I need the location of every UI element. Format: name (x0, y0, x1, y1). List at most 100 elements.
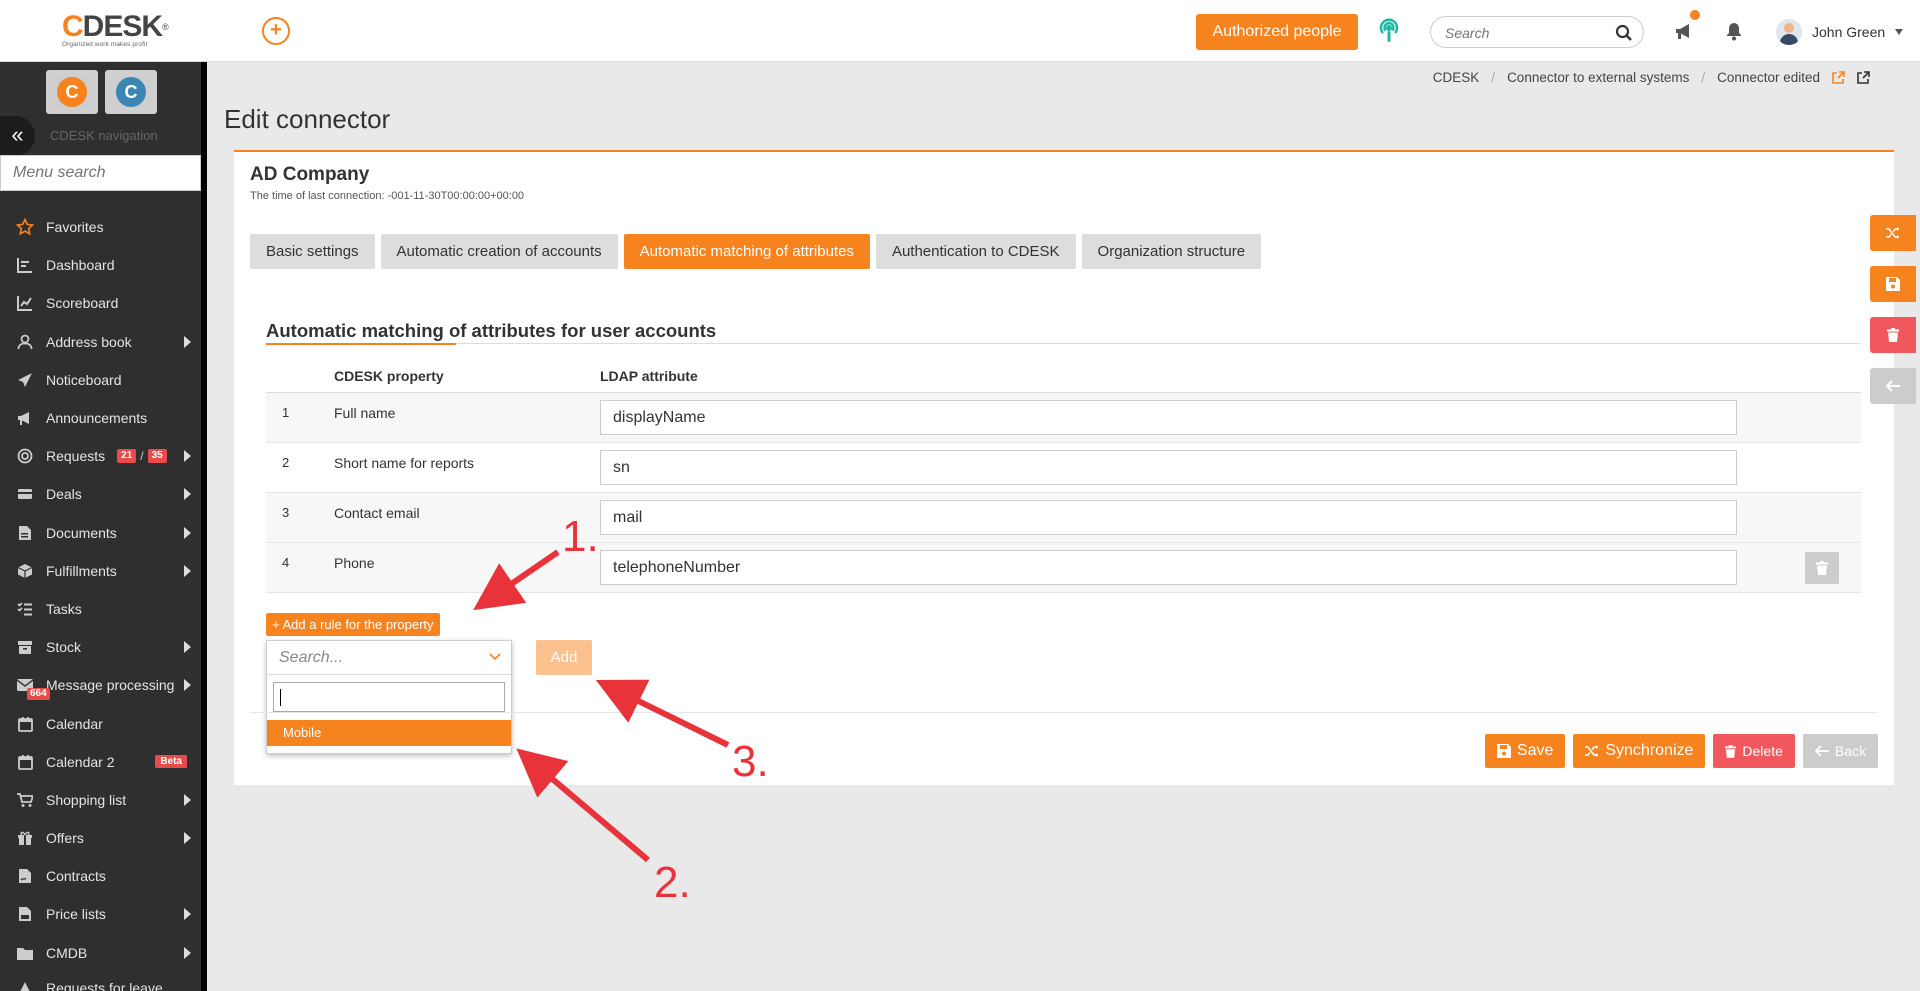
expand-arrow-icon (184, 832, 191, 844)
sidebar-item-offers[interactable]: Offers (0, 819, 201, 857)
row-property: Short name for reports (334, 455, 475, 471)
sidebar-item-label: Deals (46, 486, 82, 503)
expand-arrow-icon (184, 488, 191, 501)
sidebar-item-announcements[interactable]: Announcements (0, 399, 201, 437)
search-icon[interactable] (1615, 24, 1633, 42)
folder-icon (16, 944, 34, 962)
breadcrumb-connectors[interactable]: Connector to external systems (1507, 70, 1689, 85)
broadcast-icon[interactable] (1374, 16, 1404, 46)
collapse-sidebar-button[interactable]: « (0, 116, 35, 156)
external-link-icon[interactable] (1832, 71, 1845, 84)
app-switch-cdesk[interactable]: C (46, 70, 98, 114)
app-switch-other[interactable]: C (105, 70, 157, 114)
authorized-people-button[interactable]: Authorized people (1196, 14, 1358, 50)
sidebar-item-contracts[interactable]: Contracts (0, 857, 201, 895)
archive-icon (16, 638, 34, 656)
sidebar-item-documents[interactable]: Documents (0, 514, 201, 552)
tab-organization-structure[interactable]: Organization structure (1081, 234, 1262, 269)
sidebar-item-calendar[interactable]: Calendar (0, 704, 201, 742)
chevron-down-icon[interactable] (489, 653, 501, 661)
dropdown-option-mobile[interactable]: Mobile (267, 720, 511, 746)
menu-search[interactable] (0, 155, 201, 191)
sidebar-item-scoreboard[interactable]: Scoreboard (0, 284, 201, 322)
sidebar-item-label: Requests (46, 448, 106, 465)
connector-card: AD Company The time of last connection: … (234, 150, 1894, 785)
add-rule-button[interactable]: + Add a rule for the property (266, 613, 440, 636)
sidebar-item-message-processing[interactable]: Message processing 664 (0, 666, 201, 704)
sidebar-item-noticeboard[interactable]: Noticeboard (0, 361, 201, 399)
delete-quick-button[interactable] (1870, 317, 1916, 353)
global-search-input[interactable] (1445, 23, 1605, 43)
chart-icon (16, 294, 34, 312)
section-title: Automatic matching of attributes for use… (266, 320, 717, 341)
announcements-icon[interactable] (1674, 10, 1700, 42)
tab-automatic-creation[interactable]: Automatic creation of accounts (380, 234, 618, 269)
sidebar-item-label: Shopping list (46, 791, 127, 808)
shuffle-icon (1585, 745, 1599, 757)
tab-automatic-matching[interactable]: Automatic matching of attributes (623, 234, 870, 269)
breadcrumb-cdesk[interactable]: CDESK (1433, 70, 1480, 85)
property-dropdown[interactable]: Search... Mobile (266, 640, 512, 754)
dropdown-search-input[interactable] (273, 682, 505, 712)
arrow-left-icon (1814, 745, 1829, 757)
trash-icon (1887, 328, 1899, 342)
cdesk-logo[interactable]: CDESK® Organized work makes profit (62, 12, 172, 52)
menu-search-input[interactable] (1, 156, 200, 190)
bell-icon[interactable] (1724, 21, 1744, 41)
external-link-icon[interactable] (1857, 71, 1870, 84)
user-menu[interactable]: John Green (1776, 18, 1904, 46)
logo-registered: ® (162, 22, 169, 32)
form-actions: Save Synchronize Delete Back (1484, 734, 1878, 768)
sidebar-item-fulfillments[interactable]: Fulfillments (0, 552, 201, 590)
user-name: John Green (1812, 24, 1886, 40)
sidebar-item-price-lists[interactable]: Price lists (0, 895, 201, 933)
gift-icon (16, 829, 34, 847)
dashboard-icon (16, 256, 34, 274)
sidebar-item-label: Fulfillments (46, 562, 117, 579)
save-button[interactable]: Save (1484, 734, 1566, 768)
message-count-badge: 664 (27, 688, 50, 701)
sidebar-item-label: Stock (46, 639, 82, 656)
sidebar-item-calendar-2[interactable]: Calendar 2 Beta (0, 743, 201, 781)
delete-row-button[interactable] (1805, 552, 1839, 584)
synchronize-button[interactable]: Synchronize (1573, 734, 1706, 768)
back-button[interactable]: Back (1802, 734, 1878, 768)
expand-arrow-icon (184, 641, 191, 654)
sidebar-item-requests[interactable]: Requests 21/35 (0, 437, 201, 475)
sidebar-scrollbar[interactable] (201, 62, 207, 991)
add-button[interactable]: Add (536, 640, 592, 675)
sidebar-item-requests-for-leave[interactable]: Requests for leave (0, 972, 201, 991)
ldap-attribute-field[interactable]: displayName (600, 400, 1737, 435)
notification-dot (1690, 10, 1700, 20)
global-search[interactable] (1430, 16, 1644, 48)
chevron-down-icon (1895, 29, 1904, 35)
sidebar-item-deals[interactable]: Deals (0, 475, 201, 513)
ldap-attribute-field[interactable]: telephoneNumber (600, 550, 1737, 585)
tab-basic-settings[interactable]: Basic settings (250, 234, 375, 269)
sidebar-item-stock[interactable]: Stock (0, 628, 201, 666)
synchronize-quick-button[interactable] (1870, 215, 1916, 251)
ldap-attribute-field[interactable]: sn (600, 450, 1737, 485)
sidebar-item-favorites[interactable]: Favorites (0, 208, 201, 246)
top-bar: CDESK® Organized work makes profit + Aut… (0, 0, 1920, 62)
row-property: Phone (334, 555, 375, 571)
sidebar-item-label: Message processing (46, 677, 175, 694)
ldap-attribute-field[interactable]: mail (600, 500, 1737, 535)
add-new-icon[interactable]: + (262, 17, 290, 45)
calendar-icon (16, 753, 34, 771)
shuffle-icon (1886, 227, 1900, 239)
sidebar-item-cmdb[interactable]: CMDB (0, 934, 201, 972)
sidebar-item-address-book[interactable]: Address book (0, 323, 201, 361)
annotation-label-2: 2. (654, 858, 691, 907)
delete-button[interactable]: Delete (1713, 734, 1795, 768)
sidebar-item-shopping-list[interactable]: Shopping list (0, 781, 201, 819)
save-quick-button[interactable] (1870, 266, 1916, 302)
back-quick-button[interactable] (1870, 368, 1916, 404)
sidebar-item-label: Requests for leave (46, 979, 163, 991)
sidebar-item-tasks[interactable]: Tasks (0, 590, 201, 628)
annotation-label-1: 1. (562, 512, 599, 561)
tab-authentication[interactable]: Authentication to CDESK (875, 234, 1076, 269)
dropdown-placeholder[interactable]: Search... (267, 641, 511, 675)
logo-text-rest: DESK (82, 10, 163, 43)
sidebar-item-dashboard[interactable]: Dashboard (0, 246, 201, 284)
